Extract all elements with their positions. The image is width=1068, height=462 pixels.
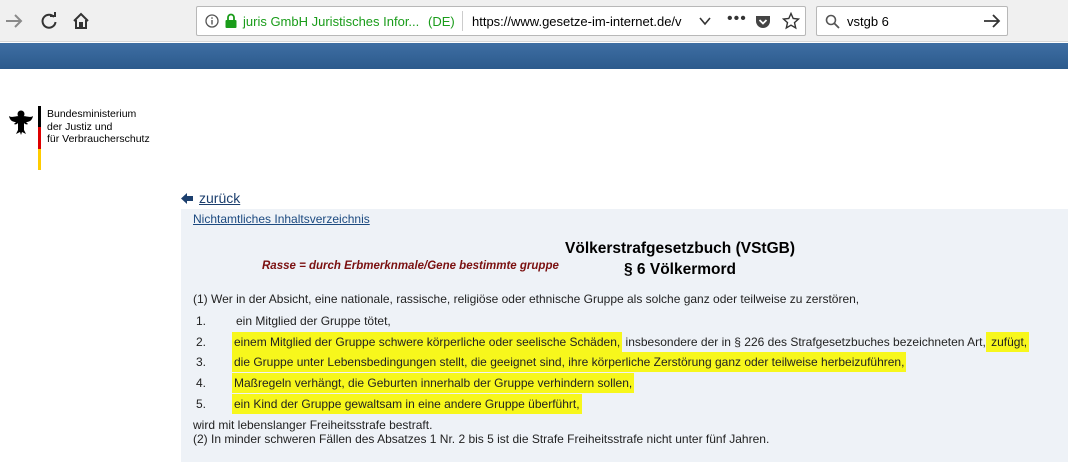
reload-icon: [41, 12, 57, 29]
federal-eagle-icon: [8, 108, 34, 141]
url-separator: [462, 11, 463, 31]
highlighted-text: zufügt,: [985, 332, 1030, 352]
search-input[interactable]: vstgb 6: [847, 14, 889, 29]
site-country: (DE): [428, 14, 455, 29]
paragraph-2: (2) In minder schweren Fällen des Absatz…: [193, 432, 770, 446]
law-heading: Völkerstrafgesetzbuch (VStGB) § 6 Völker…: [520, 238, 840, 280]
item-text: einem Mitglied der Gruppe schwere körper…: [232, 332, 1030, 352]
site-identity[interactable]: juris GmbH Juristisches Infor...: [243, 14, 419, 29]
item-text: ein Mitglied der Gruppe tötet,: [236, 314, 391, 328]
closing-text: wird mit lebenslanger Freiheitsstrafe be…: [193, 418, 433, 432]
paragraph-1: (1) Wer in der Absicht, eine nationale, …: [193, 292, 860, 306]
item-number: 4.: [196, 376, 207, 390]
back-link[interactable]: zurück: [181, 190, 240, 206]
search-icon: [825, 14, 840, 34]
toc-link[interactable]: Nichtamtliches Inhaltsverzeichnis: [193, 212, 370, 226]
highlighted-text: Maßregeln verhängt, die Geburten innerha…: [232, 373, 635, 393]
item-text: Maßregeln verhängt, die Geburten innerha…: [232, 373, 635, 393]
browser-toolbar: juris GmbH Juristisches Infor... (DE) ht…: [0, 0, 1068, 42]
lock-icon[interactable]: [224, 13, 238, 34]
flag-bar: [38, 106, 41, 170]
back-link-label[interactable]: zurück: [199, 190, 240, 206]
bookmark-star-icon[interactable]: [781, 11, 801, 35]
highlighted-text: ein Kind der Gruppe gewaltsam in eine an…: [232, 394, 582, 414]
info-icon[interactable]: [205, 14, 219, 33]
home-icon: [73, 12, 89, 29]
user-annotation: Rasse = durch Erbmerknmale/Gene bestimmt…: [262, 260, 559, 272]
item-number: 1.: [196, 314, 207, 328]
highlighted-text: die Gruppe unter Lebensbedingungen stell…: [232, 352, 907, 372]
law-title: Völkerstrafgesetzbuch (VStGB): [565, 240, 795, 257]
item-text: die Gruppe unter Lebensbedingungen stell…: [232, 352, 907, 372]
back-arrow-icon: [181, 192, 193, 204]
reload-button[interactable]: [36, 8, 62, 34]
forward-button[interactable]: [2, 8, 28, 34]
search-go-arrow-icon[interactable]: [983, 13, 1001, 34]
chevron-down-icon[interactable]: [698, 14, 712, 33]
highlighted-text: einem Mitglied der Gruppe schwere körper…: [232, 332, 623, 352]
home-button[interactable]: [68, 8, 94, 34]
address-bar[interactable]: juris GmbH Juristisches Infor... (DE) ht…: [196, 6, 806, 36]
law-section: § 6 Völkermord: [624, 261, 736, 278]
item-text-rest: insbesondere der in § 226 des Strafgeset…: [622, 335, 986, 349]
search-bar[interactable]: vstgb 6: [816, 6, 1008, 36]
item-number: 2.: [196, 335, 207, 349]
ministry-name: Bundesministerium der Justiz und für Ver…: [47, 108, 150, 145]
item-number: 5.: [196, 397, 207, 411]
url-text[interactable]: https://www.gesetze-im-internet.de/v: [472, 14, 694, 29]
page-actions-button[interactable]: •••: [727, 10, 747, 28]
item-number: 3.: [196, 355, 207, 369]
pocket-icon[interactable]: [755, 14, 771, 34]
site-header-band: [0, 43, 1068, 69]
forward-arrow-icon: [6, 14, 23, 28]
item-text: ein Kind der Gruppe gewaltsam in eine an…: [232, 394, 582, 414]
